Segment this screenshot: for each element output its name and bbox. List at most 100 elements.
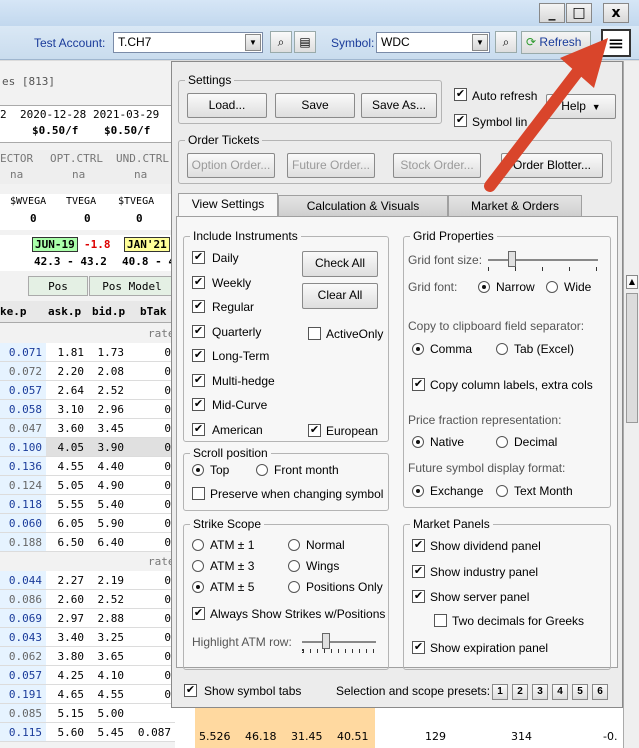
include-quarterly-checkbox[interactable]: ✔: [192, 324, 205, 338]
atm1-radio[interactable]: [192, 539, 204, 551]
tab-calculation-visuals[interactable]: Calculation & Visuals: [278, 195, 448, 217]
preserve-checkbox[interactable]: [192, 487, 205, 500]
front-month-radio[interactable]: [256, 464, 268, 476]
positions-only-radio[interactable]: [288, 581, 300, 593]
table-row[interactable]: 0.057 4.25 4.10 0: [0, 666, 175, 685]
grid-cell: 0: [128, 343, 175, 362]
table-row[interactable]: 0.069 2.97 2.88 0: [0, 609, 175, 628]
maximize-button[interactable]: □: [566, 3, 592, 23]
scroll-thumb[interactable]: [626, 293, 638, 423]
symbol-link-checkbox[interactable]: ✔: [454, 114, 467, 127]
copy-labels-checkbox[interactable]: ✔: [412, 378, 425, 391]
table-row[interactable]: 0.100 4.05 3.90 0: [0, 438, 175, 457]
atm3-radio[interactable]: [192, 560, 204, 572]
column-header[interactable]: ask.p: [48, 305, 81, 318]
column-header[interactable]: ke.p: [0, 305, 27, 318]
table-row[interactable]: 0.062 3.80 3.65 0: [0, 647, 175, 666]
table-row[interactable]: 0.136 4.55 4.40 0: [0, 457, 175, 476]
column-header[interactable]: bid.p: [92, 305, 125, 318]
stock-order-button[interactable]: Stock Order...: [393, 153, 481, 178]
table-row[interactable]: 0.085 5.15 5.00: [0, 704, 175, 723]
include-multi-hedge-checkbox[interactable]: ✔: [192, 373, 205, 387]
table-row[interactable]: 0.124 5.05 4.90 0: [0, 476, 175, 495]
minimize-button[interactable]: _: [539, 3, 565, 23]
show-symbol-tabs-checkbox[interactable]: ✔: [184, 684, 197, 697]
grid-font-size-slider[interactable]: [488, 259, 598, 261]
include-mid-curve-checkbox[interactable]: ✔: [192, 398, 205, 411]
narrow-radio[interactable]: [478, 281, 490, 293]
wide-radio[interactable]: [546, 281, 558, 293]
two-decimals-checkbox[interactable]: [434, 614, 447, 627]
table-row[interactable]: 0.071 1.81 1.73 0: [0, 343, 175, 362]
grid-scrollbar[interactable]: ▲: [623, 61, 639, 748]
native-radio[interactable]: [412, 436, 424, 448]
account-select[interactable]: T.CH7 ▼: [113, 32, 263, 53]
expiration-badge[interactable]: JAN'21: [124, 237, 170, 252]
active-only-checkbox[interactable]: [308, 327, 321, 340]
table-row[interactable]: 0.044 2.27 2.19 0: [0, 571, 175, 590]
include-weekly-checkbox[interactable]: ✔: [192, 275, 205, 289]
tab-pos-greek[interactable]: Pos Greek: [28, 276, 88, 313]
expiration-panel-checkbox[interactable]: ✔: [412, 641, 425, 654]
tab-market-orders[interactable]: Market & Orders: [448, 195, 582, 217]
table-row[interactable]: 0.043 3.40 3.25 0: [0, 628, 175, 647]
tab-pos-model[interactable]: Pos Model: [89, 276, 175, 296]
grid-cell: 2.64: [46, 381, 88, 400]
dividend-panel-checkbox[interactable]: ✔: [412, 539, 425, 552]
table-row[interactable]: 0.072 2.20 2.08 0: [0, 362, 175, 381]
table-row[interactable]: 0.058 3.10 2.96 0: [0, 400, 175, 419]
table-row[interactable]: 0.086 2.60 2.52 0: [0, 590, 175, 609]
server-panel-checkbox[interactable]: ✔: [412, 590, 425, 603]
chevron-down-icon[interactable]: ▼: [245, 34, 261, 51]
arrow-shaft: [484, 60, 588, 192]
search-icon[interactable]: ⌕: [270, 31, 292, 53]
preset-button[interactable]: 5: [572, 684, 588, 700]
preset-button[interactable]: 4: [552, 684, 568, 700]
table-row[interactable]: 0.047 3.60 3.45 0: [0, 419, 175, 438]
slider-thumb[interactable]: [508, 251, 516, 267]
include-regular-checkbox[interactable]: ✔: [192, 300, 205, 313]
always-show-checkbox[interactable]: ✔: [192, 607, 205, 620]
option-order-button[interactable]: Option Order...: [187, 153, 275, 178]
save-button[interactable]: Save: [275, 93, 355, 118]
atm5-radio[interactable]: [192, 581, 204, 593]
text-month-radio[interactable]: [496, 485, 508, 497]
include-american-checkbox[interactable]: ✔: [192, 422, 205, 436]
table-row[interactable]: 0.118 5.55 5.40 0: [0, 495, 175, 514]
tab-view-settings[interactable]: View Settings: [178, 193, 278, 217]
preset-button[interactable]: 2: [512, 684, 528, 700]
close-button[interactable]: x: [603, 3, 629, 23]
slider-thumb[interactable]: [322, 633, 330, 649]
clear-all-button[interactable]: Clear All: [302, 283, 378, 309]
notepad-icon[interactable]: ▤: [294, 31, 316, 53]
table-row[interactable]: 0.191 4.65 4.55 0: [0, 685, 175, 704]
decimal-radio[interactable]: [496, 436, 508, 448]
expiration-badge[interactable]: JUN-19: [32, 237, 78, 252]
preset-button[interactable]: 1: [492, 684, 508, 700]
include-daily-checkbox[interactable]: ✔: [192, 251, 205, 264]
wings-radio[interactable]: [288, 560, 300, 572]
preset-button[interactable]: 3: [532, 684, 548, 700]
scroll-up-icon[interactable]: ▲: [626, 275, 638, 289]
future-order-button[interactable]: Future Order...: [287, 153, 375, 178]
check-all-button[interactable]: Check All: [302, 251, 378, 277]
table-row[interactable]: 0.115 5.60 5.45 0.087: [0, 723, 175, 742]
table-row[interactable]: 0.188 6.50 6.40 0: [0, 533, 175, 552]
normal-radio[interactable]: [288, 539, 300, 551]
exchange-radio[interactable]: [412, 485, 424, 497]
top-radio[interactable]: [192, 464, 204, 476]
save-as-button[interactable]: Save As...: [361, 93, 437, 118]
industry-panel-checkbox[interactable]: ✔: [412, 565, 425, 578]
tab-excel-radio[interactable]: [496, 343, 508, 355]
auto-refresh-checkbox[interactable]: ✔: [454, 88, 467, 101]
highlight-atm-slider[interactable]: [302, 641, 376, 643]
european-checkbox[interactable]: ✔: [308, 424, 321, 437]
comma-radio[interactable]: [412, 343, 424, 355]
preset-button[interactable]: 6: [592, 684, 608, 700]
ctrl-header: OPT.CTRL: [50, 152, 103, 165]
table-row[interactable]: 0.060 6.05 5.90 0: [0, 514, 175, 533]
table-row[interactable]: 0.057 2.64 2.52 0: [0, 381, 175, 400]
include-long-term-checkbox[interactable]: ✔: [192, 349, 205, 362]
load-button[interactable]: Load...: [187, 93, 267, 118]
column-header[interactable]: bTak: [140, 305, 167, 318]
